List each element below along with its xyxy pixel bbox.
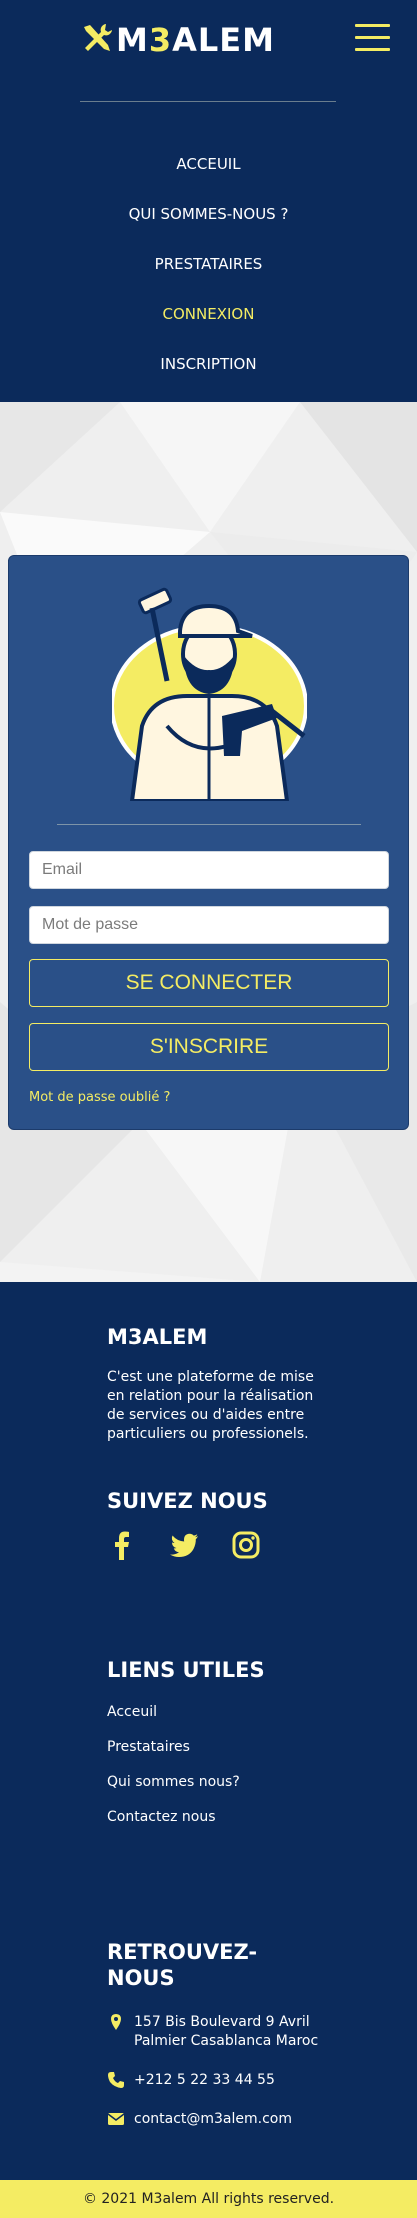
header-divider xyxy=(80,101,336,102)
password-field[interactable] xyxy=(29,906,389,944)
copyright-bar: © 2021 M3alem All rights reserved. xyxy=(0,2180,417,2218)
footer-about-text: C'est une plateforme de mise en relation… xyxy=(107,1369,314,1442)
handyman-with-drill-illustration xyxy=(110,586,308,803)
footer-email[interactable]: contact@m3alem.com xyxy=(107,2110,292,2129)
footer-contact-title: RETROUVEZ- NOUS xyxy=(107,1940,258,1990)
site-header: M3ALEM ACCEUIL QUI SOMMES-NOUS ? PRESTAT… xyxy=(0,0,417,402)
footer-link-acceuil[interactable]: Acceuil xyxy=(107,1704,157,1720)
nav-item-connexion[interactable]: CONNEXION xyxy=(0,295,417,345)
footer-about-title: M3ALEM xyxy=(107,1325,208,1349)
signup-button[interactable]: S'INSCRIRE xyxy=(29,1023,389,1071)
main-nav: ACCEUIL QUI SOMMES-NOUS ? PRESTATAIRES C… xyxy=(0,145,417,395)
envelope-icon xyxy=(107,2110,125,2128)
footer-link-prestataires[interactable]: Prestataires xyxy=(107,1739,190,1755)
footer-link-contactez-nous[interactable]: Contactez nous xyxy=(107,1809,216,1825)
login-card: SE CONNECTER S'INSCRIRE Mot de passe oub… xyxy=(8,555,409,1130)
copyright-text: © 2021 M3alem All rights reserved. xyxy=(82,2191,335,2207)
nav-item-inscription[interactable]: INSCRIPTION xyxy=(0,345,417,395)
footer-links-title: LIENS UTILES xyxy=(107,1658,265,1682)
site-footer: M3ALEM C'est une plateforme de mise en r… xyxy=(0,1282,417,2180)
nav-item-qui-sommes-nous[interactable]: QUI SOMMES-NOUS ? xyxy=(0,195,417,245)
card-divider xyxy=(57,824,361,825)
twitter-icon[interactable] xyxy=(169,1530,199,1560)
nav-item-prestataires[interactable]: PRESTATAIRES xyxy=(0,245,417,295)
social-links xyxy=(107,1530,261,1560)
facebook-icon[interactable] xyxy=(107,1530,137,1560)
forgot-password-link[interactable]: Mot de passe oublié ? xyxy=(29,1090,170,1105)
phone-icon xyxy=(107,2071,125,2089)
footer-address: 157 Bis Boulevard 9 Avril Palmier Casabla… xyxy=(107,2013,318,2051)
brand-name: M3ALEM xyxy=(116,21,275,59)
footer-link-qui-sommes-nous[interactable]: Qui sommes nous? xyxy=(107,1774,240,1790)
footer-phone[interactable]: +212 5 22 33 44 55 xyxy=(107,2071,275,2090)
footer-follow-title: SUIVEZ NOUS xyxy=(107,1489,268,1513)
instagram-icon[interactable] xyxy=(231,1530,261,1560)
tools-icon xyxy=(80,21,114,59)
nav-item-acceuil[interactable]: ACCEUIL xyxy=(0,145,417,195)
login-button[interactable]: SE CONNECTER xyxy=(29,959,389,1007)
hamburger-menu-icon[interactable] xyxy=(355,24,390,52)
email-field[interactable] xyxy=(29,851,389,889)
brand-logo[interactable]: M3ALEM xyxy=(80,20,275,60)
map-marker-icon xyxy=(107,2013,125,2031)
